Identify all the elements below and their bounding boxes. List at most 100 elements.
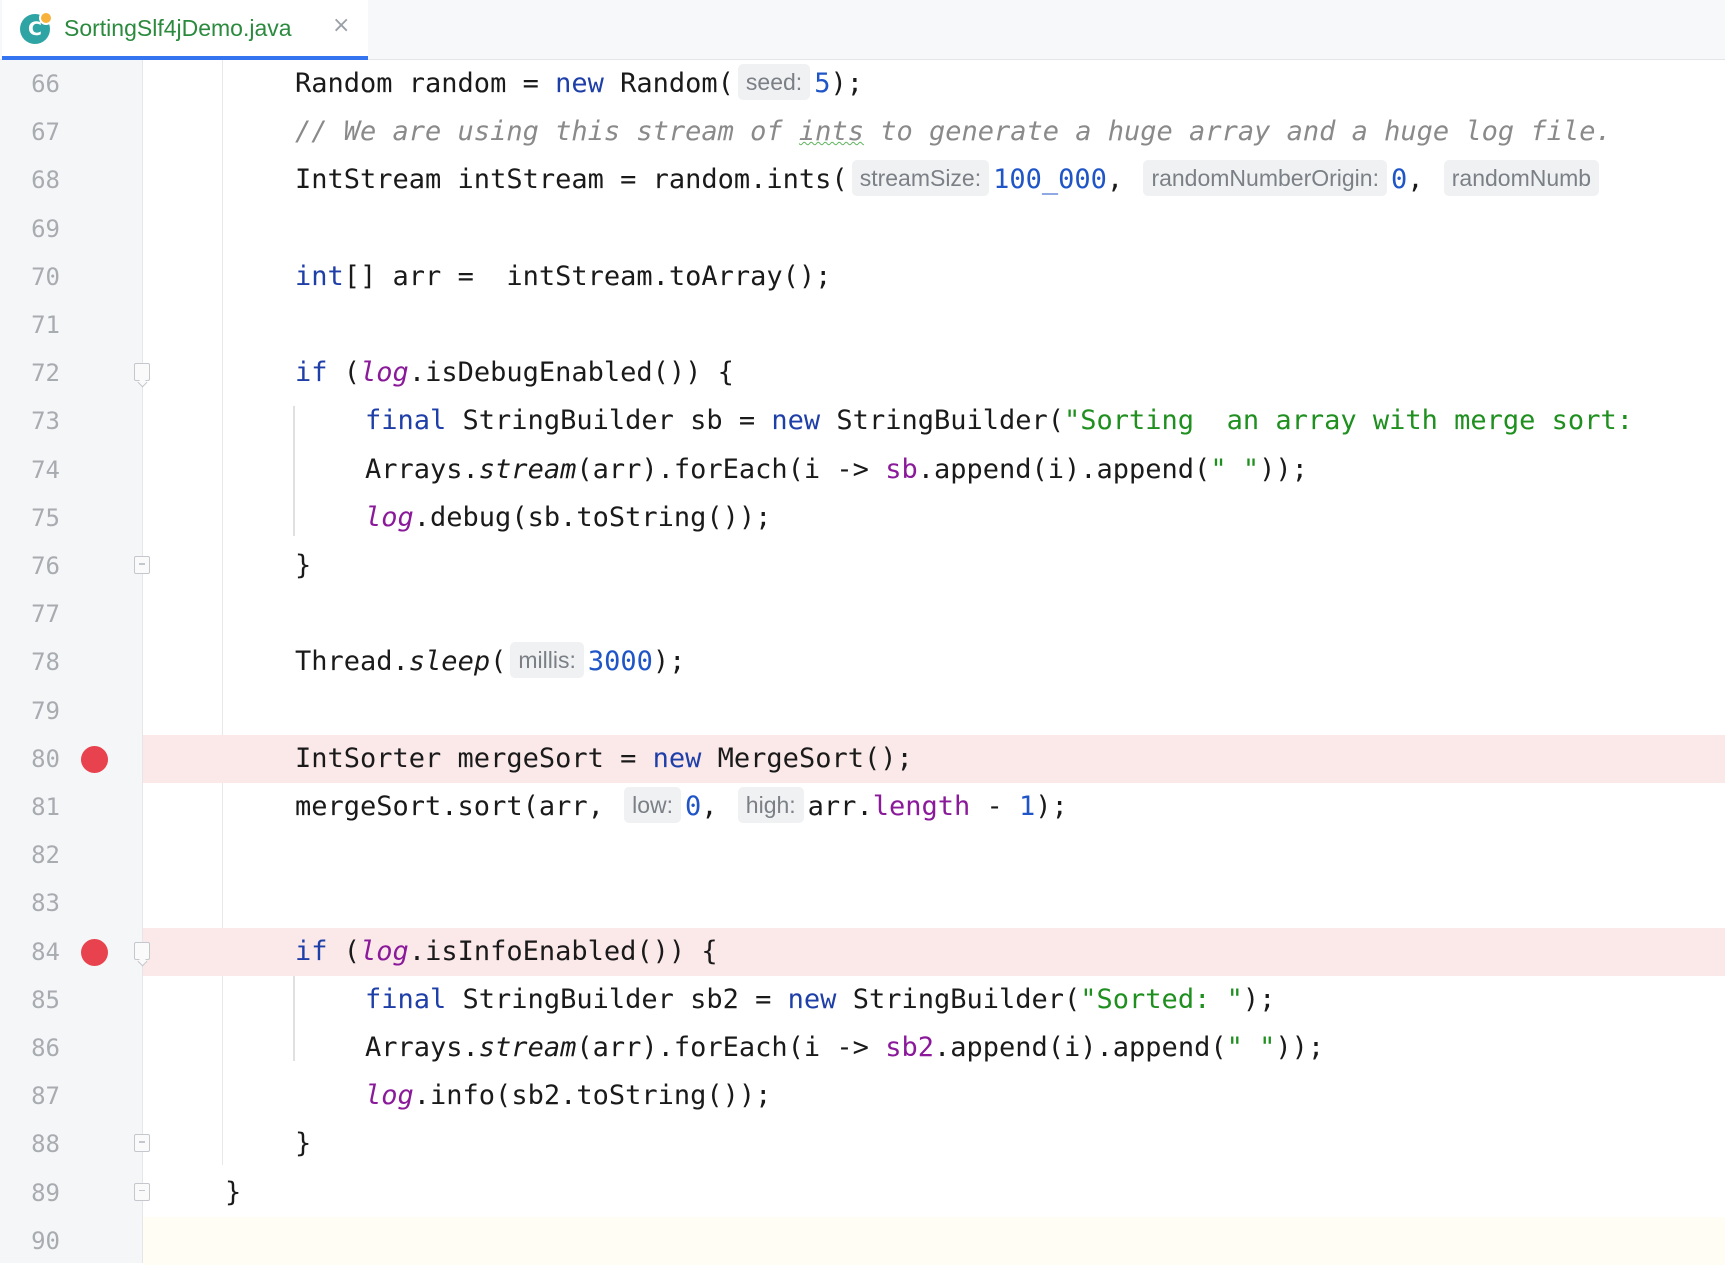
fold-end-icon[interactable] <box>134 556 150 574</box>
code-line[interactable]: 90 <box>0 1216 1725 1265</box>
code-line[interactable]: 88} <box>0 1120 1725 1168</box>
code-text[interactable]: if (log.isDebugEnabled()) { <box>295 349 734 397</box>
code-token: StringBuilder sb = <box>446 405 772 437</box>
code-token: log <box>360 935 409 967</box>
line-number[interactable]: 88 <box>0 1120 60 1168</box>
code-line[interactable]: 70 int[] arr = intStream.toArray(); <box>0 253 1725 301</box>
code-token: " " <box>1210 453 1260 485</box>
code-text[interactable]: IntStream intStream = random.ints(stream… <box>295 156 1603 204</box>
code-text[interactable]: Random random = new Random(seed: 5); <box>295 60 863 108</box>
line-number[interactable]: 80 <box>0 735 60 783</box>
code-token: ); <box>652 646 686 678</box>
code-line[interactable]: 72 if (log.isDebugEnabled()) { <box>0 349 1725 397</box>
code-text[interactable]: Arrays.stream(arr).forEach(i -> sb.appen… <box>365 446 1308 494</box>
code-line[interactable]: 66 Random random = new Random(seed: 5); <box>0 60 1725 108</box>
line-number[interactable]: 84 <box>0 928 60 976</box>
code-token: } <box>295 550 312 581</box>
fold-end-icon[interactable] <box>134 1134 150 1153</box>
code-text[interactable]: // We are using this stream of ints to g… <box>295 108 1612 156</box>
code-line-background <box>143 831 1725 879</box>
code-line[interactable]: 75 log.debug(sb.toString()); <box>0 494 1725 542</box>
code-line[interactable]: 68 IntStream intStream = random.ints(stre… <box>0 156 1725 204</box>
code-line[interactable]: 81 mergeSort.sort(arr, low: 0, high: arr.le… <box>0 783 1725 831</box>
code-text[interactable]: int[] arr = intStream.toArray(); <box>295 253 831 301</box>
code-line[interactable]: 83 <box>0 879 1725 927</box>
code-token: 3000 <box>587 646 653 678</box>
line-number[interactable]: 74 <box>0 446 60 494</box>
code-token: if <box>295 935 328 967</box>
line-number[interactable]: 85 <box>0 976 60 1024</box>
line-number[interactable]: 82 <box>0 831 60 879</box>
line-number[interactable]: 81 <box>0 783 60 831</box>
breakpoint-icon[interactable] <box>81 745 108 773</box>
code-line[interactable]: 74 Arrays.stream(arr).forEach(i -> sb.app… <box>0 446 1725 494</box>
code-text[interactable]: } <box>295 1120 311 1168</box>
line-number[interactable]: 67 <box>0 108 60 156</box>
code-token: sb2 <box>885 1032 934 1063</box>
code-text[interactable]: log.debug(sb.toString()); <box>365 494 771 542</box>
line-number[interactable]: 79 <box>0 687 60 735</box>
line-number[interactable]: 72 <box>0 349 60 397</box>
code-token: .append(i).append( <box>933 1032 1227 1063</box>
line-number[interactable]: 76 <box>0 542 60 590</box>
line-number[interactable]: 68 <box>0 156 60 204</box>
code-text[interactable]: if (log.isInfoEnabled()) { <box>295 928 718 976</box>
line-number[interactable]: 73 <box>0 397 60 445</box>
parameter-hint: seed: <box>737 64 811 100</box>
code-token: 1 <box>1019 791 1036 822</box>
tab-sortingslf4jdemo[interactable]: C SortingSlf4jDemo.java × <box>2 0 368 60</box>
fold-open-icon[interactable] <box>134 363 150 382</box>
code-line[interactable]: 73 final StringBuilder sb = new StringBui… <box>0 397 1725 445</box>
breakpoint-icon[interactable] <box>81 938 108 966</box>
line-number[interactable]: 89 <box>0 1169 60 1217</box>
code-line-background <box>143 687 1725 735</box>
code-token: , <box>1106 164 1140 196</box>
code-line[interactable]: 76} <box>0 542 1725 590</box>
code-text[interactable]: Arrays.stream(arr).forEach(i -> sb2.appe… <box>365 1024 1324 1072</box>
code-token: final <box>365 405 447 437</box>
code-token: .debug(sb.toString()); <box>413 501 772 533</box>
code-line[interactable]: 85 final StringBuilder sb2 = new StringBu… <box>0 976 1725 1024</box>
code-token: ints <box>798 116 864 148</box>
code-line[interactable]: 86 Arrays.stream(arr).forEach(i -> sb2.ap… <box>0 1024 1725 1072</box>
code-line[interactable]: 82 <box>0 831 1725 879</box>
code-line[interactable]: 67 // We are using this stream of ints to… <box>0 108 1725 156</box>
code-line[interactable]: 79 <box>0 687 1725 735</box>
code-line-background <box>143 205 1725 253</box>
code-line[interactable]: 78 Thread.sleep(millis: 3000); <box>0 638 1725 686</box>
line-number[interactable]: 66 <box>0 60 60 108</box>
line-number[interactable]: 70 <box>0 253 60 301</box>
line-number[interactable]: 90 <box>0 1217 60 1265</box>
code-token: Thread. <box>295 646 409 678</box>
code-line[interactable]: 71 <box>0 301 1725 349</box>
line-number[interactable]: 77 <box>0 590 60 638</box>
code-line[interactable]: 87 log.info(sb2.toString()); <box>0 1072 1725 1120</box>
line-number[interactable]: 75 <box>0 494 60 542</box>
code-text[interactable]: } <box>295 542 311 590</box>
code-line[interactable]: 84 if (log.isInfoEnabled()) { <box>0 927 1725 976</box>
code-line[interactable]: 77 <box>0 590 1725 638</box>
line-number[interactable]: 69 <box>0 205 60 253</box>
code-text[interactable]: final StringBuilder sb = new StringBuild… <box>365 397 1633 445</box>
line-number[interactable]: 83 <box>0 879 60 927</box>
code-line-background <box>143 1120 1725 1168</box>
line-number[interactable]: 87 <box>0 1072 60 1120</box>
line-number[interactable]: 78 <box>0 638 60 686</box>
fold-end-icon[interactable] <box>134 1182 150 1201</box>
code-text[interactable]: } <box>225 1169 241 1217</box>
tab-title: SortingSlf4jDemo.java <box>64 15 292 41</box>
fold-open-icon[interactable] <box>134 941 150 960</box>
code-text[interactable]: Thread.sleep(millis: 3000); <box>295 638 685 686</box>
code-text[interactable]: log.info(sb2.toString()); <box>365 1072 771 1120</box>
code-line[interactable]: 80 IntSorter mergeSort = new MergeSort(); <box>0 734 1725 783</box>
code-line[interactable]: 69 <box>0 205 1725 253</box>
parameter-hint: randomNumb <box>1443 160 1600 197</box>
code-line[interactable]: 89} <box>0 1169 1725 1217</box>
code-text[interactable]: IntSorter mergeSort = new MergeSort(); <box>295 735 913 783</box>
code-text[interactable]: final StringBuilder sb2 = new StringBuil… <box>365 976 1275 1024</box>
line-number[interactable]: 86 <box>0 1024 60 1072</box>
line-number[interactable]: 71 <box>0 301 60 349</box>
close-icon[interactable]: × <box>332 13 350 38</box>
code-line-background <box>143 542 1725 590</box>
code-text[interactable]: mergeSort.sort(arr, low: 0, high: arr.leng… <box>295 783 1068 831</box>
